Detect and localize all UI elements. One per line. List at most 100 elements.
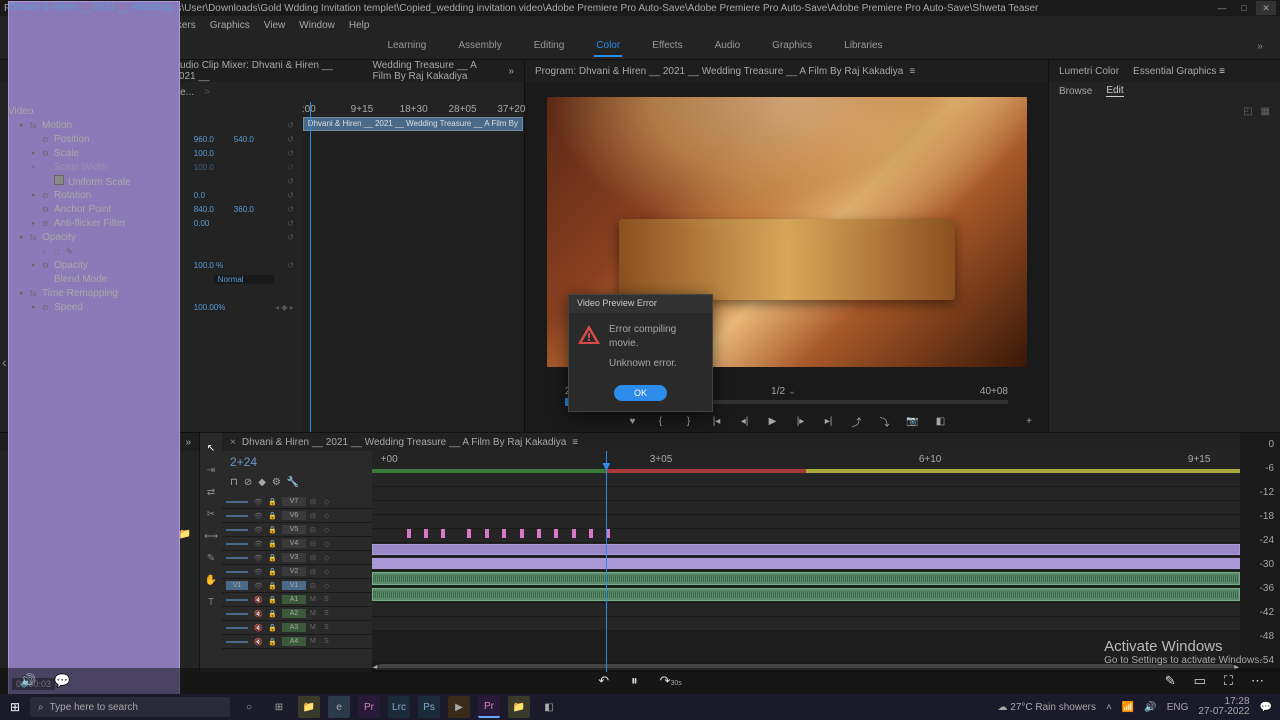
program-tab-menu-icon[interactable]: ≡ [909,66,915,77]
sequence-tab[interactable]: Dhvani & Hiren __ 2021 __ Wedding Treasu… [242,437,566,448]
volume-tray-icon[interactable]: 🔊 [1144,702,1156,713]
workspace-editing[interactable]: Editing [532,36,567,57]
edit-icon[interactable]: ✎ [1165,673,1176,689]
uniform-scale-checkbox[interactable] [54,175,64,185]
ec-opacity[interactable]: Opacity [42,232,274,243]
marker-icon[interactable]: ◆ [258,477,266,495]
ec-timeremap[interactable]: Time Remapping [42,288,294,299]
eg-browse[interactable]: Browse [1059,86,1092,97]
menu-window[interactable]: Window [299,20,335,31]
app-icon-2[interactable]: ◧ [538,696,560,718]
step-fwd-icon[interactable]: |▸ [794,416,808,427]
photoshop-icon[interactable]: Ps [418,696,440,718]
ok-button[interactable]: OK [614,385,667,401]
pause-icon[interactable]: ⏸ [631,673,638,689]
extract-icon[interactable]: ⤵ [878,414,892,429]
wifi-icon[interactable]: 📶 [1122,702,1134,713]
menu-graphics[interactable]: Graphics [210,20,250,31]
start-button[interactable]: ⊞ [0,700,30,714]
close-sequence-icon[interactable]: × [230,437,236,448]
rewind-icon[interactable]: ↶ [598,673,609,689]
button-editor-icon[interactable]: + [1022,416,1036,427]
reset-icon[interactable]: ↺ [274,121,294,130]
effect-controls-timeline[interactable]: :00 9+15 18+30 28+05 37+20 Dhvani & Hire… [302,102,524,432]
tab-essential-graphics[interactable]: Essential Graphics ≡ [1133,66,1225,77]
eg-new-layer-icon[interactable]: ◰ [1243,106,1252,117]
caption-icon[interactable]: 💬 [54,673,70,689]
timeline-audio-clip[interactable] [372,572,1240,585]
comparison-icon[interactable]: ◧ [934,416,948,427]
language-indicator[interactable]: ENG [1167,702,1189,713]
step-back-icon[interactable]: ◂| [738,416,752,427]
program-tab[interactable]: Program: Dhvani & Hiren __ 2021 __ Weddi… [535,66,903,77]
ripple-edit-tool-icon[interactable]: ⇄ [204,487,218,501]
taskbar-search[interactable]: ⌕ Type here to search [30,697,230,717]
program-fit-dropdown[interactable]: 1/2 ⌄ [771,386,796,397]
timeline-playhead[interactable] [606,451,607,672]
ec-motion[interactable]: Motion [42,120,274,131]
mark-out-icon[interactable]: } [682,416,696,427]
clock[interactable]: 17:2827-07-2022 [1198,697,1249,717]
eg-group-icon[interactable]: ▦ [1261,106,1270,117]
close-button[interactable]: ✕ [1256,1,1276,15]
mask-circle-icon[interactable]: ○ [42,247,54,256]
fx-badge-icon[interactable]: fx [30,121,42,130]
weather-widget[interactable]: ☁ 27°C Rain showers [997,702,1095,713]
razor-tool-icon[interactable]: ✂ [204,509,218,523]
workspace-effects[interactable]: Effects [650,36,684,57]
lrc-icon[interactable]: Lrc [388,696,410,718]
workspace-libraries[interactable]: Libraries [842,36,884,57]
hand-tool-icon[interactable]: ✋ [204,575,218,589]
timeline-ruler[interactable]: +00 3+05 6+10 9+15 [372,451,1240,469]
minimize-button[interactable]: — [1212,1,1232,15]
mask-pen-icon[interactable]: ✎ [66,247,78,256]
sequence-menu-icon[interactable]: ≡ [572,437,578,448]
premiere-icon[interactable]: Pr [358,696,380,718]
notifications-icon[interactable]: 💬 [1260,702,1272,713]
selection-tool-icon[interactable]: ↖ [204,443,218,457]
tab-lumetri-color[interactable]: Lumetri Color [1059,66,1119,77]
more-icon[interactable]: ⋯ [1251,673,1264,689]
bin-overflow-icon[interactable]: » [185,437,191,448]
forward-icon[interactable]: ↷30s [660,673,682,689]
export-frame-icon[interactable]: 📷 [906,416,920,427]
workspace-learning[interactable]: Learning [385,36,428,57]
stopwatch-icon[interactable]: ⊙ [42,135,54,144]
workspace-audio[interactable]: Audio [713,36,743,57]
track-select-tool-icon[interactable]: ⇥ [204,465,218,479]
tab-audio-mixer[interactable]: Audio Clip Mixer: Dhvani & Hiren __ 2021… [173,60,356,82]
tab-overflow[interactable]: » [508,66,514,77]
explorer-icon[interactable]: 📁 [298,696,320,718]
eg-edit[interactable]: Edit [1106,85,1123,97]
lift-icon[interactable]: ⤴ [850,414,864,429]
tab-wedding-treasure[interactable]: Wedding Treasure __ A Film By Raj Kakadi… [372,60,492,82]
play-icon[interactable]: ▶ [766,416,780,427]
type-tool-icon[interactable]: T [204,597,218,611]
folder-icon[interactable]: 📁 [508,696,530,718]
timeline-timecode[interactable]: 2+24 [222,451,372,477]
workspace-assembly[interactable]: Assembly [456,36,503,57]
cortana-icon[interactable]: ○ [238,696,260,718]
slip-tool-icon[interactable]: ⟷ [204,531,218,545]
task-view-icon[interactable]: ⊞ [268,696,290,718]
workspace-color[interactable]: Color [594,36,622,57]
settings-icon[interactable]: ⚙ [272,477,281,495]
fullscreen-icon[interactable]: ⛶ [1224,673,1233,689]
goto-in-icon[interactable]: |◂ [710,416,724,427]
premiere-running-icon[interactable]: Pr [478,696,500,718]
wrench-icon[interactable]: 🔧 [287,477,299,495]
menu-view[interactable]: View [264,20,286,31]
mask-rect-icon[interactable]: □ [54,247,66,256]
app-icon[interactable]: ▶ [448,696,470,718]
add-marker-icon[interactable]: ♥ [626,416,640,427]
volume-icon[interactable]: 🔊 [20,673,36,689]
maximize-button[interactable]: □ [1234,1,1254,15]
card-icon[interactable]: ▭ [1194,673,1206,689]
edge-icon[interactable]: e [328,696,350,718]
back-arrow-icon[interactable]: ‹ [2,354,7,370]
ec-clip-bar[interactable]: Dhvani & Hiren __ 2021 __ Wedding Treasu… [303,117,523,131]
ec-playhead[interactable] [310,102,311,432]
timeline-clip[interactable] [372,558,1240,569]
tray-chevron-icon[interactable]: ˄ [1106,702,1112,713]
pen-tool-icon[interactable]: ✎ [204,553,218,567]
